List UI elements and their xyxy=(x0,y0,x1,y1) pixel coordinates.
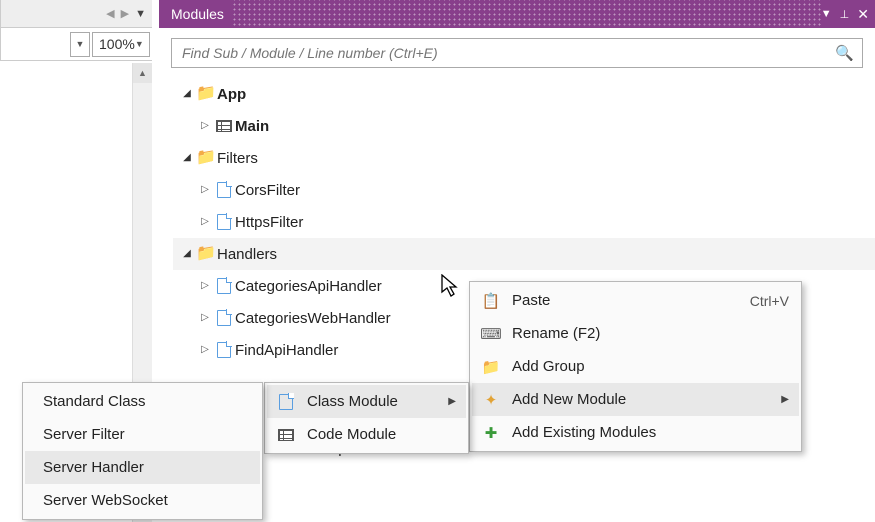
nav-fwd-icon[interactable]: ▶ xyxy=(121,7,129,20)
menu-add-new-module[interactable]: ✦ Add New Module ▶ xyxy=(472,383,799,416)
panel-header: Modules ▼ ⊥ ✕ xyxy=(159,0,875,28)
context-menu-main: 📋 Paste Ctrl+V ⌨ Rename (F2) 📁 Add Group… xyxy=(469,281,802,452)
module-icon xyxy=(213,342,235,358)
search-icon[interactable]: 🔍 xyxy=(835,44,854,62)
zoom-select[interactable]: 100% ▼ xyxy=(92,32,150,57)
zoom-toolbar: ▼ 100% ▼ xyxy=(0,28,152,61)
panel-pin-icon[interactable]: ⊥ xyxy=(840,8,850,21)
tree-label: FindApiHandler xyxy=(235,343,338,358)
module-icon xyxy=(275,394,297,410)
panel-title: Modules xyxy=(171,6,224,22)
menu-class-module[interactable]: Class Module ▶ xyxy=(267,385,466,418)
menu-standard-class[interactable]: Standard Class xyxy=(25,385,260,418)
tree-label: CategoriesApiHandler xyxy=(235,279,382,294)
module-icon xyxy=(213,214,235,230)
module-icon xyxy=(213,182,235,198)
context-menu-class-kind: Standard Class Server Filter Server Hand… xyxy=(22,382,263,520)
chevron-right-icon: ▶ xyxy=(781,394,789,405)
tree-label: Handlers xyxy=(217,247,277,262)
folder-icon: 📁 xyxy=(195,86,217,102)
tree-item-main[interactable]: ▷ Main xyxy=(173,110,875,142)
context-menu-module-type: Class Module ▶ Code Module xyxy=(264,382,469,454)
menu-add-group[interactable]: 📁 Add Group xyxy=(472,350,799,383)
tree-label: CategoriesWebHandler xyxy=(235,311,391,326)
tree-label: Filters xyxy=(217,151,258,166)
tree-item-app[interactable]: ◢ 📁 App xyxy=(173,78,875,110)
folder-icon: 📁 xyxy=(480,358,502,376)
paste-icon: 📋 xyxy=(480,292,502,310)
nav-dropdown-icon[interactable]: ▼ xyxy=(135,8,146,20)
module-icon xyxy=(213,278,235,294)
zoom-prev-dropdown[interactable]: ▼ xyxy=(70,32,90,57)
nav-toolbar: ◀ ▶ ▼ xyxy=(0,0,152,28)
folder-icon: 📁 xyxy=(195,150,217,166)
tree-label: App xyxy=(217,87,246,102)
menu-server-websocket[interactable]: Server WebSocket xyxy=(25,484,260,517)
tree-item-httpsfilter[interactable]: ▷ HttpsFilter xyxy=(173,206,875,238)
tree-item-filters[interactable]: ◢ 📁 Filters xyxy=(173,142,875,174)
tree-item-handlers[interactable]: ◢ 📁 Handlers xyxy=(173,238,875,270)
tree-label: HttpsFilter xyxy=(235,215,303,230)
menu-rename[interactable]: ⌨ Rename (F2) xyxy=(472,317,799,350)
menu-code-module[interactable]: Code Module xyxy=(267,418,466,451)
shortcut-text: Ctrl+V xyxy=(750,293,789,309)
menu-server-filter[interactable]: Server Filter xyxy=(25,418,260,451)
menu-server-handler[interactable]: Server Handler xyxy=(25,451,260,484)
search-input[interactable] xyxy=(180,44,835,62)
menu-paste[interactable]: 📋 Paste Ctrl+V xyxy=(472,284,799,317)
scroll-up-icon[interactable]: ▲ xyxy=(133,63,152,83)
menu-add-existing-modules[interactable]: ✚ Add Existing Modules xyxy=(472,416,799,449)
chevron-right-icon: ▶ xyxy=(448,396,456,407)
search-box[interactable]: 🔍 xyxy=(171,38,863,68)
add-module-icon: ✦ xyxy=(480,391,502,409)
grid-icon xyxy=(275,429,297,441)
panel-menu-icon[interactable]: ▼ xyxy=(821,8,832,20)
tree-item-corsfilter[interactable]: ▷ CorsFilter xyxy=(173,174,875,206)
tree-label: CorsFilter xyxy=(235,183,300,198)
nav-back-icon[interactable]: ◀ xyxy=(106,7,114,20)
add-existing-icon: ✚ xyxy=(480,424,502,442)
panel-close-icon[interactable]: ✕ xyxy=(857,6,869,23)
folder-icon: 📁 xyxy=(195,246,217,262)
panel-grip[interactable] xyxy=(232,0,821,28)
tree-label: Main xyxy=(235,119,269,134)
zoom-value: 100% xyxy=(99,36,135,52)
grid-icon xyxy=(213,120,235,132)
module-icon xyxy=(213,310,235,326)
rename-icon: ⌨ xyxy=(480,325,502,343)
